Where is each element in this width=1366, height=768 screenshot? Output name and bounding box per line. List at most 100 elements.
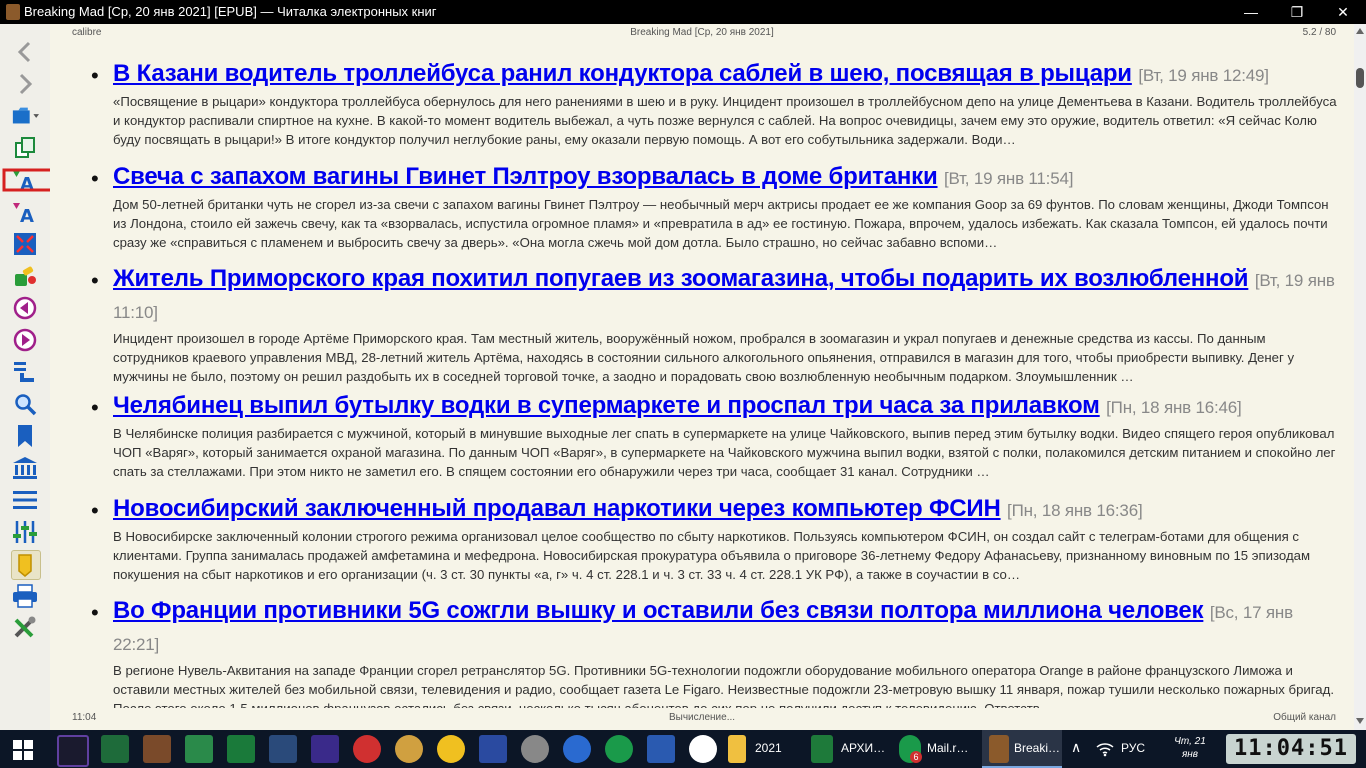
article-item: • В Казани водитель троллейбуса ранил ко… <box>91 59 1343 149</box>
word-icon[interactable] <box>647 735 675 763</box>
next-page-button[interactable] <box>11 326 39 354</box>
galaxy-app-icon[interactable] <box>311 735 339 763</box>
reader-page-counter: 5.2 / 80 <box>1302 27 1336 38</box>
phone-app-icon[interactable] <box>227 735 255 763</box>
highlight-icon <box>18 554 32 577</box>
open-book-button[interactable] <box>11 102 39 130</box>
article-headline-link[interactable]: Во Франции противники 5G сожгли вышку и … <box>113 597 1204 624</box>
open-book-icon <box>12 107 39 124</box>
reader-footer-status: Вычисление... <box>668 712 736 723</box>
svg-text:A: A <box>20 206 34 224</box>
excel-task-label[interactable]: АРХИ… <box>841 741 885 755</box>
back-icon <box>17 41 31 63</box>
article-item: • Новосибирский заключенный продавал нар… <box>91 494 1343 584</box>
article-item: • Свеча с запахом вагины Гвинет Пэлтроу … <box>91 162 1343 252</box>
reference-mode-button[interactable] <box>11 454 39 482</box>
minimize-button[interactable]: — <box>1228 0 1274 24</box>
wifi-icon[interactable] <box>1096 741 1114 757</box>
window-title: Breaking Mad [Ср, 20 янв 2021] [EPUB] — … <box>24 4 437 19</box>
tray-date-month: янв <box>1181 749 1199 760</box>
desktop-clock: 11:04:51 <box>1226 734 1356 764</box>
article-summary: Дом 50-летней британки чуть не сгорел из… <box>113 197 1329 250</box>
article-date: [Вт, 19 янв 11:54] <box>944 169 1074 188</box>
article-item: • Житель Приморского края похитил попуга… <box>91 264 1343 386</box>
reader-footer-chapter: Общий канал <box>1273 712 1336 723</box>
tray-expand-icon[interactable]: ∧ <box>1071 739 1081 756</box>
search-icon <box>15 394 37 416</box>
calibre-task-icon <box>989 735 1009 763</box>
article-headline-link[interactable]: Новосибирский заключенный продавал нарко… <box>113 495 1001 522</box>
calibre-task-label: Breaki… <box>1014 741 1061 755</box>
article-date: [Вт, 19 янв 12:49] <box>1138 66 1269 85</box>
reader-scrollbar[interactable] <box>1354 24 1366 730</box>
article-summary: В Новосибирске заключенный колонии строг… <box>113 529 1311 582</box>
preferences-button[interactable] <box>11 262 39 290</box>
article-summary: «Посвящение в рыцари» кондуктора троллей… <box>113 94 1337 147</box>
toggle-toolbars-button[interactable] <box>11 518 39 546</box>
article-item: • Челябинец выпил бутылку водки в суперм… <box>91 391 1343 481</box>
window-titlebar: Breaking Mad [Ср, 20 янв 2021] [EPUB] — … <box>0 0 1366 24</box>
forward-button[interactable] <box>11 70 39 98</box>
fullscreen-button[interactable] <box>11 230 39 258</box>
print-icon <box>13 584 37 608</box>
book-reader-area[interactable]: calibre Breaking Mad [Ср, 20 янв 2021] 5… <box>50 24 1354 730</box>
language-indicator[interactable]: РУС <box>1121 741 1145 755</box>
space-app-icon[interactable] <box>269 735 297 763</box>
close-button[interactable]: ✕ <box>1320 0 1366 24</box>
article-headline-link[interactable]: Житель Приморского края похитил попугаев… <box>113 265 1249 292</box>
excel-icon[interactable] <box>811 735 833 763</box>
next-page-icon <box>13 328 37 352</box>
article-date: [Пн, 18 янв 16:36] <box>1007 501 1143 520</box>
mail-task-label[interactable]: Mail.r… <box>927 741 968 755</box>
previous-page-button[interactable] <box>11 294 39 322</box>
bookmarks-button[interactable] <box>11 422 39 450</box>
goto-location-icon <box>14 362 34 382</box>
forward-icon <box>19 73 33 95</box>
network-app-icon[interactable] <box>563 735 591 763</box>
windows-taskbar: 2021 АРХИ… 6 Mail.r… Breaki… ∧ РУС Чт, 2… <box>0 730 1366 768</box>
toggle-toolbars-icon <box>13 521 37 543</box>
scroll-down-icon[interactable] <box>1356 718 1364 724</box>
highlight-button[interactable] <box>11 550 41 580</box>
preferences-icon <box>15 266 36 286</box>
article-summary: Инцидент произошел в городе Артёме Примо… <box>113 331 1295 384</box>
media-player-icon[interactable] <box>57 735 89 767</box>
tray-date[interactable]: Чт, 21 янв <box>1162 735 1218 761</box>
fs-app-icon[interactable] <box>521 735 549 763</box>
article-item: • Во Франции противники 5G сожгли вышку … <box>91 596 1343 718</box>
search-button[interactable] <box>11 390 39 418</box>
library-app-icon[interactable] <box>185 735 213 763</box>
table-of-contents-button[interactable] <box>11 486 39 514</box>
folder-icon[interactable] <box>728 735 746 763</box>
goto-location-button[interactable] <box>11 358 39 386</box>
table-of-contents-icon <box>13 491 37 509</box>
mesh-app-icon[interactable] <box>101 735 129 763</box>
maximize-button[interactable]: ❐ <box>1274 0 1320 24</box>
yandex-browser-icon[interactable] <box>689 735 717 763</box>
back-button[interactable] <box>11 38 39 66</box>
arrow-app-icon[interactable] <box>479 735 507 763</box>
cherry-app-icon[interactable] <box>353 735 381 763</box>
tray-date-day: Чт, 21 <box>1174 736 1206 747</box>
books-app-icon[interactable] <box>143 735 171 763</box>
scrollbar-thumb[interactable] <box>1356 68 1364 88</box>
paint-app-icon[interactable] <box>395 735 423 763</box>
article-date: [Пн, 18 янв 16:46] <box>1106 398 1242 417</box>
article-headline-link[interactable]: Свеча с запахом вагины Гвинет Пэлтроу вз… <box>113 163 938 190</box>
scroll-up-icon[interactable] <box>1356 28 1364 34</box>
archicad-app-icon[interactable] <box>437 735 465 763</box>
previous-page-icon <box>13 296 37 320</box>
print-button[interactable] <box>11 582 39 610</box>
settings-tools-icon <box>14 616 36 638</box>
reader-header-title: Breaking Mad [Ср, 20 янв 2021] <box>630 27 774 38</box>
folder-task-label[interactable]: 2021 <box>755 741 782 755</box>
article-summary: В Челябинске полиция разбирается с мужчи… <box>113 426 1336 479</box>
mail-at-icon[interactable] <box>605 735 633 763</box>
settings-tools-button[interactable] <box>11 614 39 642</box>
mail-unread-badge: 6 <box>910 751 922 763</box>
reference-mode-icon <box>13 457 37 479</box>
windows-start-icon[interactable] <box>13 740 33 760</box>
article-headline-link[interactable]: Челябинец выпил бутылку водки в супермар… <box>113 392 1100 419</box>
article-headline-link[interactable]: В Казани водитель троллейбуса ранил конд… <box>113 60 1132 87</box>
fullscreen-icon <box>14 233 36 255</box>
